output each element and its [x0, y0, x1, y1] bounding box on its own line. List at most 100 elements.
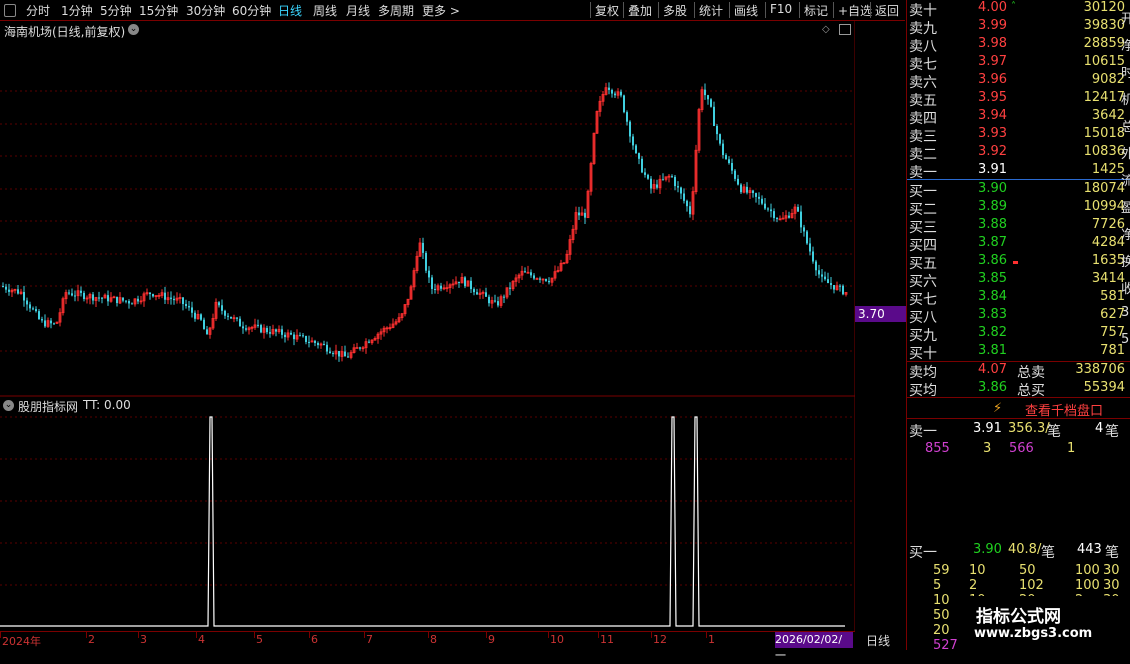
toolbar-item-2[interactable]: 5分钟 — [100, 2, 132, 19]
ask-row[interactable]: 卖一 3.91 1425 — [907, 162, 1125, 181]
candle-body — [29, 304, 31, 309]
candle-body — [803, 227, 805, 232]
toolbar-item-1[interactable]: 1分钟 — [61, 2, 93, 19]
candle-body — [713, 106, 715, 126]
ask-price: 3.99 — [978, 18, 1007, 33]
buy1-order: 50 — [1019, 563, 1036, 578]
bid-row[interactable]: 买十 3.81 781 — [907, 343, 1125, 362]
side-label: 净 — [1121, 39, 1130, 54]
ask-row[interactable]: 卖七 3.97 10615 — [907, 54, 1125, 73]
candle-body — [23, 292, 25, 301]
chevron-down-icon[interactable]: ⌄ — [128, 24, 139, 35]
avg-sell-row: 卖均 4.07 总卖 338706 — [907, 362, 1125, 381]
toolbar-item-3[interactable]: 15分钟 — [139, 2, 178, 19]
up-arrow-icon: ˄ — [1011, 1, 1016, 12]
kline-chart-area[interactable]: 5.505.255.004.754.504.254.003.501.000.80… — [0, 21, 855, 631]
ask-volume: 15018 — [1083, 126, 1125, 141]
sell1-detail-unit2: 笔 — [1105, 424, 1119, 440]
candle-body — [116, 296, 118, 304]
toolbar-right-5[interactable]: F10 — [770, 2, 792, 16]
bid-row[interactable]: 买八 3.83 627 — [907, 307, 1125, 326]
toolbar-item-5[interactable]: 60分钟 — [232, 2, 271, 19]
ask-volume: 10836 — [1083, 144, 1125, 159]
toolbar-item-6[interactable]: 日线 — [278, 2, 302, 19]
ask-price: 4.00 — [978, 0, 1007, 15]
ask-row[interactable]: 卖三 3.93 15018 — [907, 126, 1125, 145]
candle-body — [719, 134, 721, 144]
candle-body — [122, 297, 124, 301]
buy1-order: 30 — [1103, 563, 1120, 578]
candle-body — [503, 296, 505, 298]
time-tick — [86, 632, 87, 638]
bid-row[interactable]: 买六 3.85 3414 — [907, 271, 1125, 290]
candle-body — [809, 243, 811, 252]
candle-body — [644, 172, 646, 175]
window-toggle-icon[interactable] — [839, 24, 851, 35]
candle-body — [776, 218, 778, 220]
bid-row[interactable]: 买四 3.87 4284 — [907, 235, 1125, 254]
toolbar-right-4[interactable]: 画线 — [734, 2, 758, 19]
candle-body — [203, 319, 205, 330]
toolbar-right-0[interactable]: 复权 — [595, 2, 619, 19]
candle-body — [806, 231, 808, 244]
ask-row[interactable]: 卖九 3.99 39830 — [907, 18, 1125, 37]
candle-body — [662, 179, 664, 181]
side-label: 开 — [1121, 12, 1130, 27]
sell1-detail-unit: 笔 — [1047, 424, 1061, 440]
bid-label: 买九 — [909, 328, 937, 344]
ask-row[interactable]: 卖四 3.94 3642 — [907, 108, 1125, 127]
toolbar-right-7[interactable]: +自选 — [838, 2, 872, 19]
side-label: 流 — [1121, 174, 1130, 189]
candle-body — [770, 209, 772, 212]
candle-body — [170, 297, 172, 299]
period-label[interactable]: 日线 — [866, 632, 890, 649]
ask-price: 3.95 — [978, 90, 1007, 105]
candle-body — [773, 211, 775, 219]
time-tick — [428, 632, 429, 638]
candle-body — [488, 296, 490, 304]
diamond-icon[interactable]: ◇ — [822, 24, 830, 35]
toolbar-right-6[interactable]: 标记 — [804, 2, 828, 19]
ask-row[interactable]: 卖六 3.96 9082 — [907, 72, 1125, 91]
toolbar-item-10[interactable]: 更多 > — [422, 2, 460, 19]
candle-body — [476, 292, 478, 295]
bid-row[interactable]: 买七 3.84 581 — [907, 289, 1125, 308]
depth-link[interactable]: 查看千档盘口 — [1025, 400, 1103, 419]
toolbar-item-9[interactable]: 多周期 — [378, 2, 414, 19]
toolbar-item-4[interactable]: 30分钟 — [186, 2, 225, 19]
side-label: 机 — [1121, 93, 1130, 108]
time-tick — [548, 632, 549, 638]
toolbar-right-8[interactable]: 返回 — [875, 2, 899, 19]
bid-price: 3.90 — [978, 181, 1007, 196]
toolbar-item-7[interactable]: 周线 — [313, 2, 337, 19]
candle-body — [41, 319, 43, 321]
candle-body — [677, 186, 679, 188]
toolbar-menu-icon[interactable] — [4, 4, 16, 17]
candle-body — [656, 184, 658, 188]
toolbar-item-0[interactable]: 分时 — [26, 2, 50, 19]
toolbar-item-8[interactable]: 月线 — [346, 2, 370, 19]
toolbar-separator — [694, 2, 695, 18]
bid-row[interactable]: 买九 3.82 757 — [907, 325, 1125, 344]
indicator-chevron-icon[interactable]: ⌄ — [3, 400, 14, 411]
watermark-url: www.zbgs3.com — [974, 626, 1093, 641]
ask-row[interactable]: 卖十 4.00 30120 — [907, 0, 1125, 19]
toolbar-right-3[interactable]: 统计 — [699, 2, 723, 19]
toolbar-right-2[interactable]: 多股 — [663, 2, 687, 19]
candle-body — [329, 351, 331, 354]
candle-body — [710, 99, 712, 107]
ask-row[interactable]: 卖二 3.92 10836 — [907, 144, 1125, 163]
candle-body — [92, 294, 94, 301]
ask-row[interactable]: 卖八 3.98 28859 — [907, 36, 1125, 55]
buy1-order: 2 — [969, 578, 978, 593]
bid-row[interactable]: 买二 3.89 10994 — [907, 199, 1125, 218]
candle-body — [338, 350, 340, 357]
candle-body — [647, 174, 649, 179]
bid-row[interactable]: 买一 3.90 18074 — [907, 181, 1125, 200]
buy1-detail-count: 443 — [1077, 542, 1102, 557]
candle-body — [344, 351, 346, 357]
toolbar-right-1[interactable]: 叠加 — [628, 2, 652, 19]
ask-row[interactable]: 卖五 3.95 12417 — [907, 90, 1125, 109]
bid-row[interactable]: 买三 3.88 7726 — [907, 217, 1125, 236]
current-price-tag: 3.70 — [855, 306, 908, 322]
